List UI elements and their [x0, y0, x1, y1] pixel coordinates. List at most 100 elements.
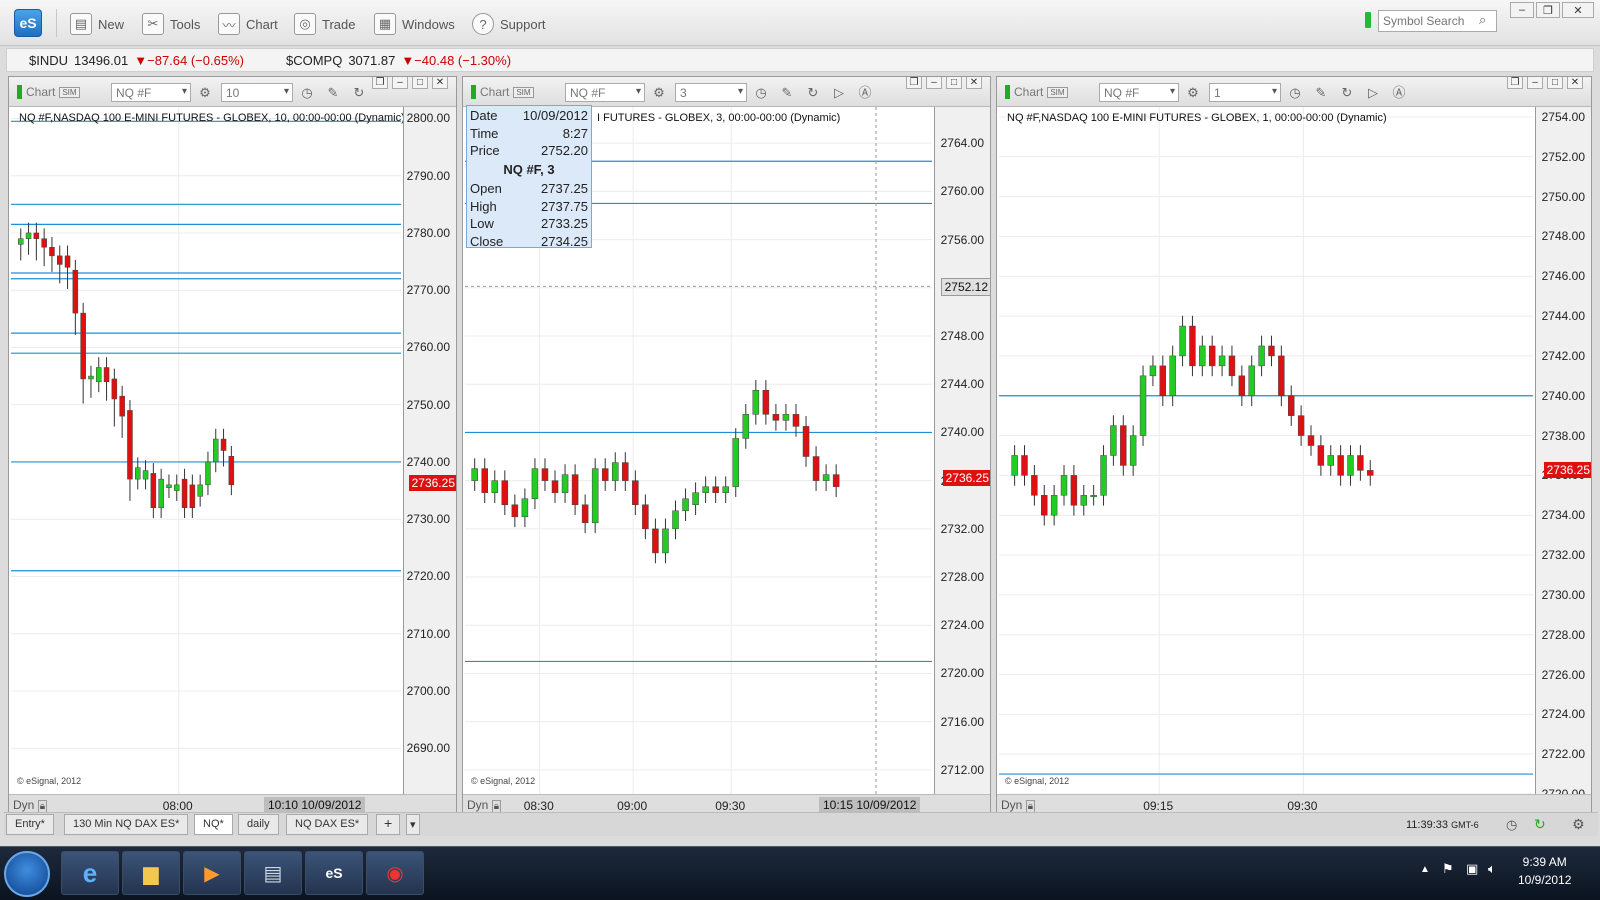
ticker-symbol[interactable]: $INDU	[29, 53, 68, 68]
pane-maximize-button[interactable]: □	[946, 77, 962, 89]
candle-body	[1060, 475, 1068, 496]
symbol-settings-icon[interactable]: ⚙	[1183, 83, 1203, 102]
candle-body	[174, 484, 180, 491]
candle-body	[1327, 455, 1334, 466]
candle-body	[111, 378, 118, 400]
pencil-icon[interactable]: ✎	[1311, 83, 1331, 102]
dynamic-toggle[interactable]: Dyn 🔒︎	[1001, 798, 1036, 813]
network-icon[interactable]: ▤	[244, 851, 302, 895]
tab-130min[interactable]: 130 Min NQ DAX ES*	[64, 814, 189, 835]
app-taskbar-icon[interactable]: ◉	[366, 851, 424, 895]
settings-icon[interactable]: ⚙	[1572, 816, 1585, 833]
media-player-icon[interactable]: ▶	[183, 851, 241, 895]
clock-icon[interactable]: ◷	[751, 83, 771, 102]
pane-restore-button[interactable]: ❐	[1507, 77, 1523, 89]
play-icon[interactable]: ▷	[1363, 83, 1383, 102]
chart-plot-area[interactable]	[999, 107, 1533, 794]
refresh-icon[interactable]: ↻	[349, 83, 369, 102]
tray-volume-icon[interactable]: 🔈︎	[1488, 861, 1496, 877]
pencil-icon[interactable]: ✎	[323, 83, 343, 102]
start-button[interactable]	[4, 851, 50, 897]
data-window: Date 10/09/2012 Time 8:27 Price 2752.20 NQ #F,…	[466, 105, 592, 249]
tab-entry[interactable]: Entry*	[6, 814, 54, 835]
tray-network-icon[interactable]: ▣	[1466, 861, 1478, 877]
candlestick	[1031, 465, 1038, 506]
chart-plot-area[interactable]	[11, 107, 401, 794]
search-icon[interactable]: ⌕	[1479, 12, 1486, 28]
candlestick	[531, 458, 539, 510]
tab-nq-dax-es[interactable]: NQ DAX ES*	[286, 814, 369, 835]
refresh-icon[interactable]: ↻	[1534, 816, 1546, 833]
chart-button[interactable]: 〰 Chart	[218, 11, 278, 37]
page-tabs-bar: Entry* 130 Min NQ DAX ES* NQ* daily NQ D…	[4, 812, 1598, 836]
pane-minimize-button[interactable]: –	[392, 77, 408, 89]
clock-icon[interactable]: ◷	[1506, 817, 1517, 833]
pane-maximize-button[interactable]: □	[412, 77, 428, 89]
candle-body	[1238, 375, 1246, 396]
pane-minimize-button[interactable]: –	[926, 77, 942, 89]
candlestick	[742, 404, 750, 449]
symbol-settings-icon[interactable]: ⚙	[649, 83, 669, 102]
tray-expand-icon[interactable]: ▲	[1420, 864, 1430, 875]
tray-flag-icon[interactable]: ⚑	[1442, 861, 1454, 877]
price-axis[interactable]: 2754.00 2752.00 2750.00 2748.00 2746.00 2744.…	[1535, 107, 1591, 801]
new-button[interactable]: ▤ New	[70, 11, 124, 37]
interval-dropdown[interactable]: 3	[675, 83, 747, 102]
candle-body	[127, 410, 133, 480]
pane-restore-button[interactable]: ❐	[372, 77, 388, 89]
interval-dropdown[interactable]: 10	[221, 83, 293, 102]
candle-body	[642, 504, 649, 530]
pane-minimize-button[interactable]: –	[1527, 77, 1543, 89]
trade-button[interactable]: ◎ Trade	[294, 11, 355, 37]
support-button[interactable]: ? Support	[472, 11, 546, 37]
tab-menu-button[interactable]: ▾	[406, 814, 420, 835]
add-tab-button[interactable]: +	[376, 814, 401, 835]
price-axis[interactable]: 2800.00 2790.00 2780.00 2770.00 2760.00 2750.…	[403, 107, 456, 794]
pane-restore-button[interactable]: ❐	[906, 77, 922, 89]
tab-daily[interactable]: daily	[238, 814, 279, 835]
candlestick	[1050, 484, 1058, 526]
file-explorer-icon[interactable]: ▆	[122, 851, 180, 895]
ticker-symbol[interactable]: $COMPQ	[286, 53, 342, 68]
tools-button[interactable]: ✂ Tools	[142, 11, 200, 37]
price-axis[interactable]: 2764.002760.002756.002752.002748.002744.…	[934, 107, 990, 794]
esignal-logo[interactable]: eS	[14, 9, 42, 37]
pane-label[interactable]: Chart SIM	[471, 85, 534, 99]
restore-button[interactable]: ❐	[1536, 2, 1560, 18]
symbol-settings-icon[interactable]: ⚙	[195, 83, 215, 102]
cursor-price-tag: 2752.12	[940, 278, 990, 297]
close-app-button[interactable]: ✕	[1562, 2, 1594, 18]
windows-button[interactable]: ▦ Windows	[374, 11, 455, 37]
symbol-dropdown[interactable]: NQ #F	[1099, 83, 1179, 102]
alert-icon[interactable]: Ⓐ	[1389, 83, 1409, 102]
pencil-icon[interactable]: ✎	[777, 83, 797, 102]
pane-close-button[interactable]: ✕	[432, 77, 448, 89]
y-tick-label: 2728.00	[1541, 627, 1585, 642]
pane-close-button[interactable]: ✕	[966, 77, 982, 89]
esignal-taskbar-icon[interactable]: eS	[305, 851, 363, 895]
symbol-dropdown[interactable]: NQ #F	[565, 83, 645, 102]
pane-label[interactable]: Chart SIM	[17, 85, 80, 99]
play-icon[interactable]: ▷	[829, 83, 849, 102]
y-tick-label: 2752.00	[1541, 149, 1585, 164]
candlestick	[652, 518, 659, 564]
pane-label[interactable]: Chart SIM	[1005, 85, 1068, 99]
system-clock[interactable]: 9:39 AM 10/9/2012	[1518, 853, 1571, 889]
refresh-icon[interactable]: ↻	[1337, 83, 1357, 102]
interval-dropdown[interactable]: 1	[1209, 83, 1281, 102]
tab-nq[interactable]: NQ*	[194, 814, 233, 835]
pane-maximize-button[interactable]: □	[1547, 77, 1563, 89]
candlestick	[228, 445, 235, 496]
pane-close-button[interactable]: ✕	[1567, 77, 1583, 89]
dynamic-toggle[interactable]: Dyn 🔒︎	[13, 798, 48, 813]
clock-icon[interactable]: ◷	[297, 83, 317, 102]
internet-explorer-icon[interactable]: e	[61, 851, 119, 895]
refresh-icon[interactable]: ↻	[803, 83, 823, 102]
clock-icon[interactable]: ◷	[1285, 83, 1305, 102]
candle-body	[25, 232, 32, 239]
minimize-button[interactable]: –	[1510, 2, 1534, 18]
symbol-dropdown[interactable]: NQ #F	[111, 83, 191, 102]
candlestick	[521, 488, 529, 528]
alert-icon[interactable]: Ⓐ	[855, 83, 875, 102]
dynamic-toggle[interactable]: Dyn 🔒︎	[467, 798, 502, 813]
